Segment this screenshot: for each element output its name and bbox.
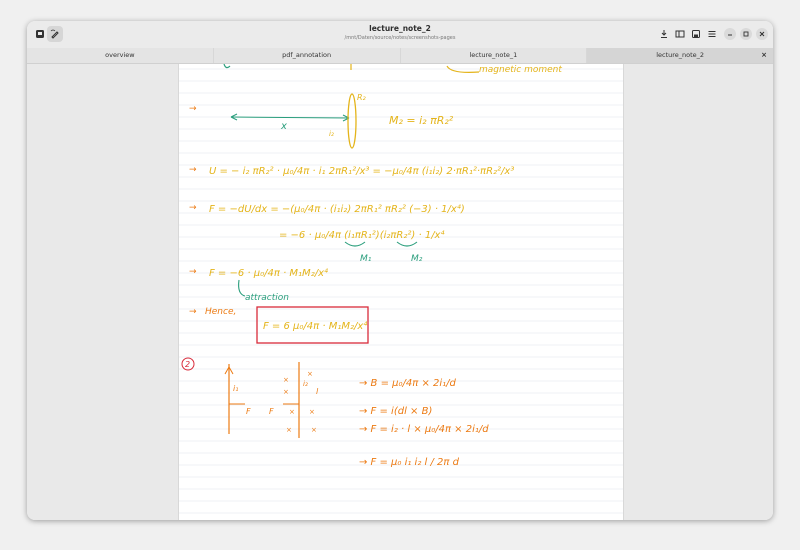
svg-text:×: × <box>289 408 295 416</box>
document-icon[interactable] <box>32 26 48 42</box>
note-page[interactable]: magnetic moment → R₂ x i₂ M₂ = i₂ πR₂² →… <box>178 64 624 520</box>
x-label: x <box>280 121 287 132</box>
u-equation: U = − i₂ πR₂² · μ₀/4π · i₁ 2πR₁²/x³ = −μ… <box>209 166 514 177</box>
hence-label: Hence, <box>205 307 236 317</box>
svg-text:×: × <box>311 426 317 434</box>
attraction-label: attraction <box>245 293 289 303</box>
m2-equation: M₂ = i₂ πR₂² <box>389 114 454 127</box>
b-field-crosses: × × × × × × × <box>283 370 317 434</box>
minimize-icon <box>728 34 732 36</box>
menu-icon[interactable] <box>704 26 720 42</box>
app-window: lecture_note_2 /mnt/Daten/source/notes/s… <box>27 21 773 520</box>
final-equation: → F = μ₀ i₁ i₂ l / 2π d <box>359 457 460 468</box>
window-title: lecture_note_2 <box>369 24 431 33</box>
m1-label: M₁ <box>360 254 372 264</box>
tab-label: overview <box>105 51 135 59</box>
i2-label: i₂ <box>329 130 334 138</box>
svg-text:×: × <box>283 388 289 396</box>
tab-label: pdf_annotation <box>282 51 332 59</box>
current-loop <box>347 93 357 149</box>
svg-text:×: × <box>283 376 289 384</box>
boxed-result: F = 6 μ₀/4π · M₁M₂/x⁴ <box>263 320 367 332</box>
download-icon[interactable] <box>656 26 672 42</box>
force-equation-1: F = −dU/dx = −(μ₀/4π · (i₁i₂) 2πR₁² πR₂²… <box>209 203 465 215</box>
sidebar-icon[interactable] <box>672 26 688 42</box>
q2-f-label-2: F <box>269 407 274 416</box>
ruled-lines <box>179 68 623 514</box>
arrow-bullet: → <box>189 203 197 213</box>
tab-lecture-note-2[interactable]: lecture_note_2 × <box>587 48 773 63</box>
minimize-button[interactable] <box>724 28 736 40</box>
tab-bar: overview pdf_annotation lecture_note_1 l… <box>27 48 773 64</box>
tab-pdf-annotation[interactable]: pdf_annotation <box>214 48 401 63</box>
title-bar: lecture_note_2 /mnt/Daten/source/notes/s… <box>27 21 773 48</box>
magnetic-moment-label: magnetic moment <box>479 65 562 75</box>
m2-brace <box>396 241 418 247</box>
window-title-block: lecture_note_2 /mnt/Daten/source/notes/s… <box>227 24 573 42</box>
force-equation-3: F = −6 · μ₀/4π · M₁M₂/x⁴ <box>209 267 328 279</box>
close-button[interactable] <box>756 28 768 40</box>
m2-label: M₂ <box>411 254 423 264</box>
svg-text:×: × <box>309 408 315 416</box>
maximize-icon <box>743 31 749 37</box>
close-icon <box>759 31 765 37</box>
save-icon[interactable] <box>688 26 704 42</box>
force-il-equation: → F = i₂ · l × μ₀/4π × 2i₁/d <box>359 424 489 435</box>
tab-overview[interactable]: overview <box>27 48 214 63</box>
svg-text:×: × <box>307 370 313 378</box>
q2-number: 2 <box>185 360 190 369</box>
arrow-bullet: → <box>189 307 197 317</box>
tab-lecture-note-1[interactable]: lecture_note_1 <box>401 48 588 63</box>
b-field-equation: → B = μ₀/4π × 2i₁/d <box>359 378 457 389</box>
m1-brace <box>344 241 366 247</box>
q2-f-label: F <box>246 407 251 416</box>
q2-l-label: l <box>316 387 319 396</box>
partial-stroke <box>223 64 231 69</box>
tab-label: lecture_note_1 <box>469 51 518 59</box>
maximize-button[interactable] <box>740 28 752 40</box>
document-viewer[interactable]: magnetic moment → R₂ x i₂ M₂ = i₂ πR₂² →… <box>27 64 773 520</box>
arrow-bullet: → <box>189 267 197 277</box>
tab-label: lecture_note_2 <box>656 51 705 59</box>
arrow-bullet: → <box>189 165 197 175</box>
q2-i1-label: i₁ <box>233 384 238 393</box>
annotate-icon[interactable] <box>47 26 63 42</box>
svg-text:×: × <box>286 426 292 434</box>
lorentz-equation: → F = i(dl × B) <box>359 406 432 417</box>
tab-close-icon[interactable]: × <box>761 48 767 63</box>
handwritten-notes: magnetic moment → R₂ x i₂ M₂ = i₂ πR₂² →… <box>179 64 623 514</box>
window-subtitle: /mnt/Daten/source/notes/screenshots-page… <box>344 35 456 41</box>
force-equation-2: = −6 · μ₀/4π (i₁πR₁²)(i₂πR₂²) · 1/x⁴ <box>279 229 444 241</box>
r2-label: R₂ <box>357 93 367 102</box>
arrow-bullet: → <box>189 104 197 114</box>
q2-i2-label: i₂ <box>303 380 308 388</box>
